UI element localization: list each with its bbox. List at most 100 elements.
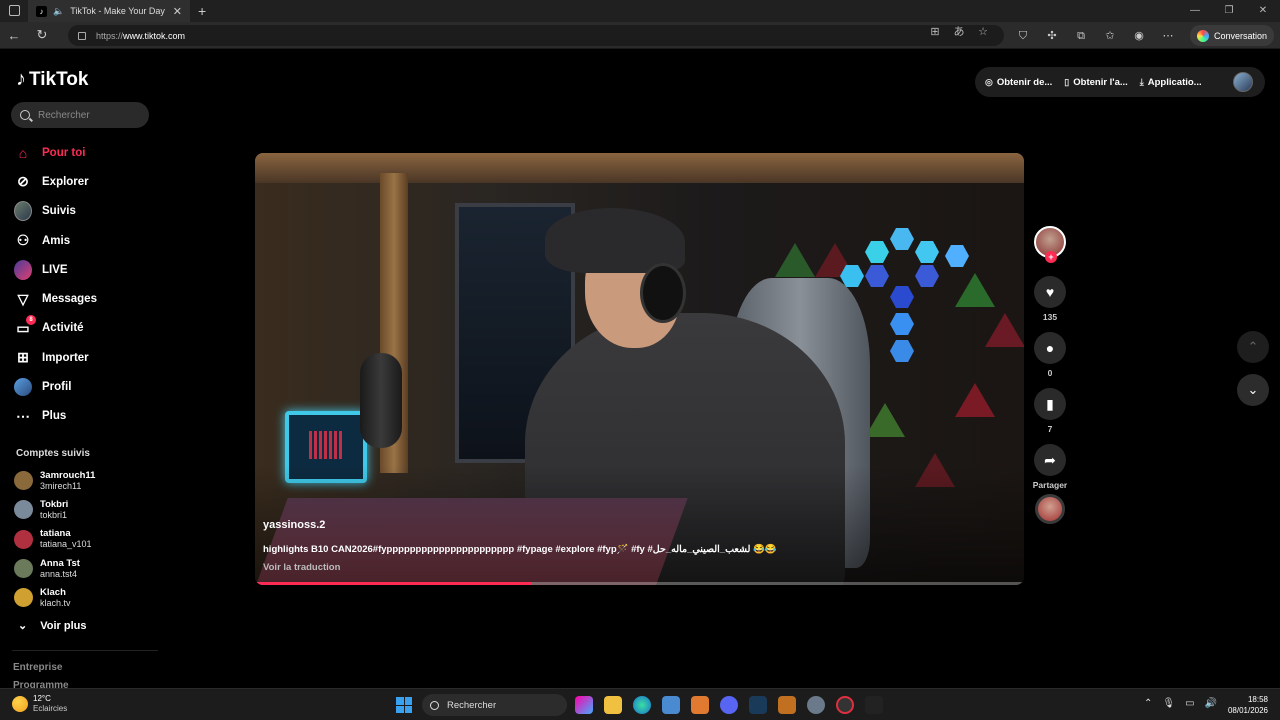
sidebar-item-activite[interactable]: ▭ 8 Activité [14,314,97,343]
steam-icon[interactable] [749,696,767,714]
profile-icon[interactable]: ◉ [1130,27,1148,45]
taskbar-search[interactable]: Rechercher [422,694,567,716]
sidebar-item-messages[interactable]: ▽ Messages [14,284,97,313]
settings-icon[interactable] [807,696,825,714]
next-video-button[interactable]: ⌄ [1237,374,1269,406]
share-button[interactable]: ➦ [1034,444,1066,476]
sidebar-item-suivis[interactable]: Suivis [14,197,97,226]
edge-icon[interactable] [633,696,651,714]
translate-icon[interactable]: あ [952,25,966,39]
sidebar-item-profil[interactable]: Profil [14,372,97,401]
get-coins-button[interactable]: ◎ Obtenir de... [985,77,1052,88]
sidebar-item-explorer[interactable]: ⊘ Explorer [14,167,97,196]
music-disc-avatar[interactable] [1035,494,1065,524]
weather-condition: Eclaircies [33,704,68,713]
chevron-up-icon[interactable]: ⌃ [1144,698,1152,709]
video-username[interactable]: yassinoss.2 [263,519,325,531]
microphone-icon[interactable]: 🎙 [1162,698,1175,709]
following-account[interactable]: 3amrouch11 3mirech11 [14,466,95,495]
friends-icon: ⚇ [16,232,30,249]
sidebar-item-label: Activité [42,322,84,335]
address-bar-row: ← ↻ https://www.tiktok.com ⊞ あ ☆ ⛉ ✣ ⧉ ✩… [0,22,1280,49]
video-scene [890,340,914,362]
video-progress-bar[interactable] [255,582,1024,585]
shield-icon[interactable]: ⛉ [1014,27,1032,45]
like-count: 135 [1042,312,1058,322]
avatar [14,500,33,520]
application-button[interactable]: ⤓ Applicatio... [1140,77,1202,88]
previous-video-button[interactable]: ⌃ [1237,331,1269,363]
get-app-button[interactable]: ▯ Obtenir l'a... [1064,77,1127,88]
lock-icon [78,31,86,40]
sidebar-item-amis[interactable]: ⚇ Amis [14,226,97,255]
share-icon: ➦ [1044,451,1056,468]
clock-time: 18:58 [1247,695,1268,704]
app-orange-icon[interactable] [691,696,709,714]
phone-icon: ▯ [1064,76,1070,87]
video-scene [865,241,889,263]
search-input[interactable]: Rechercher [11,102,149,128]
like-button[interactable]: ♥ [1034,276,1066,308]
following-account[interactable]: Anna Tst anna.tst4 [14,554,95,583]
weather-widget[interactable]: 12°C Eclaircies [12,694,67,714]
store-icon[interactable] [662,696,680,714]
get-app-label: Obtenir l'a... [1073,76,1128,88]
copilot-app-icon[interactable] [575,696,593,714]
minimize-icon[interactable]: — [1178,0,1212,22]
conversation-button[interactable]: Conversation [1189,25,1274,46]
tab-close-icon[interactable]: ✕ [173,5,182,18]
app-available-icon[interactable]: ⊞ [928,25,942,39]
discord-icon[interactable] [720,696,738,714]
see-translation-link[interactable]: Voir la traduction [263,562,340,573]
more-dots-icon: ⋯ [16,407,30,424]
sidebar-item-plus[interactable]: ⋯ Plus [14,402,97,431]
account-handle: 3mirech11 [40,480,82,491]
creator-avatar[interactable]: + [1034,226,1066,263]
window-menu-icon[interactable] [9,5,20,16]
favorites-icon[interactable]: ✩ [1101,27,1119,45]
url-input[interactable]: https://www.tiktok.com [68,25,1004,46]
new-tab-icon[interactable]: + [198,3,206,19]
logitech-icon[interactable] [865,696,883,714]
tiktok-logo[interactable]: ♪ TikTok [16,68,88,91]
save-button[interactable]: ▮ [1034,388,1066,420]
windows-start-icon[interactable] [396,697,412,713]
window-close-icon[interactable]: ✕ [1246,0,1280,22]
split-screen-icon[interactable]: ⧉ [1072,27,1090,45]
browser-tab[interactable]: ♪ 🔈 TikTok - Make Your Day ✕ [28,0,190,22]
sidebar-item-importer[interactable]: ⊞ Importer [14,343,97,372]
favorite-star-icon[interactable]: ☆ [976,25,990,39]
back-icon[interactable]: ← [0,28,28,43]
extension-icon[interactable]: ✣ [1043,27,1061,45]
following-account[interactable]: Klach klach.tv [14,583,95,612]
see-more-button[interactable]: ⌄ Voir plus [18,619,86,633]
sidebar-item-pour-toi[interactable]: ⌂ Pour toi [14,138,97,167]
app-red-icon[interactable] [836,696,854,714]
speaker-icon[interactable]: 🔈 [53,6,64,17]
user-avatar[interactable] [1233,72,1253,92]
sidebar-item-live[interactable]: LIVE [14,255,97,284]
maximize-icon[interactable]: ❐ [1212,0,1246,22]
weather-icon [12,696,28,712]
search-icon [430,700,439,710]
inbox-icon: ▭ 8 [14,315,36,337]
url-domain: www.tiktok.com [123,30,186,41]
refresh-icon[interactable]: ↻ [28,27,56,43]
footer-link-entreprise[interactable]: Entreprise [13,662,62,673]
browser-tab-bar: ♪ 🔈 TikTok - Make Your Day ✕ + — ❐ ✕ [0,0,1280,22]
system-clock[interactable]: 18:58 08/01/2026 [1228,694,1268,716]
video-scene [865,403,905,437]
comment-button[interactable]: ● [1034,332,1066,364]
video-scene [890,286,914,308]
file-explorer-icon[interactable] [604,696,622,714]
following-account[interactable]: tatiana tatiana_v101 [14,525,95,554]
following-account[interactable]: Tokbri tokbri1 [14,495,95,524]
follow-plus-icon[interactable]: + [1045,251,1057,263]
display-icon[interactable]: ▭ [1185,698,1194,709]
game-app-icon[interactable] [778,696,796,714]
video-player[interactable]: yassinoss.2 highlights B10 CAN2026#fyppp… [255,153,1024,585]
more-icon[interactable]: ⋯ [1159,27,1177,45]
sidebar-item-label: Pour toi [42,146,86,159]
volume-icon[interactable]: 🔊 [1205,698,1217,709]
following-title: Comptes suivis [16,448,90,459]
